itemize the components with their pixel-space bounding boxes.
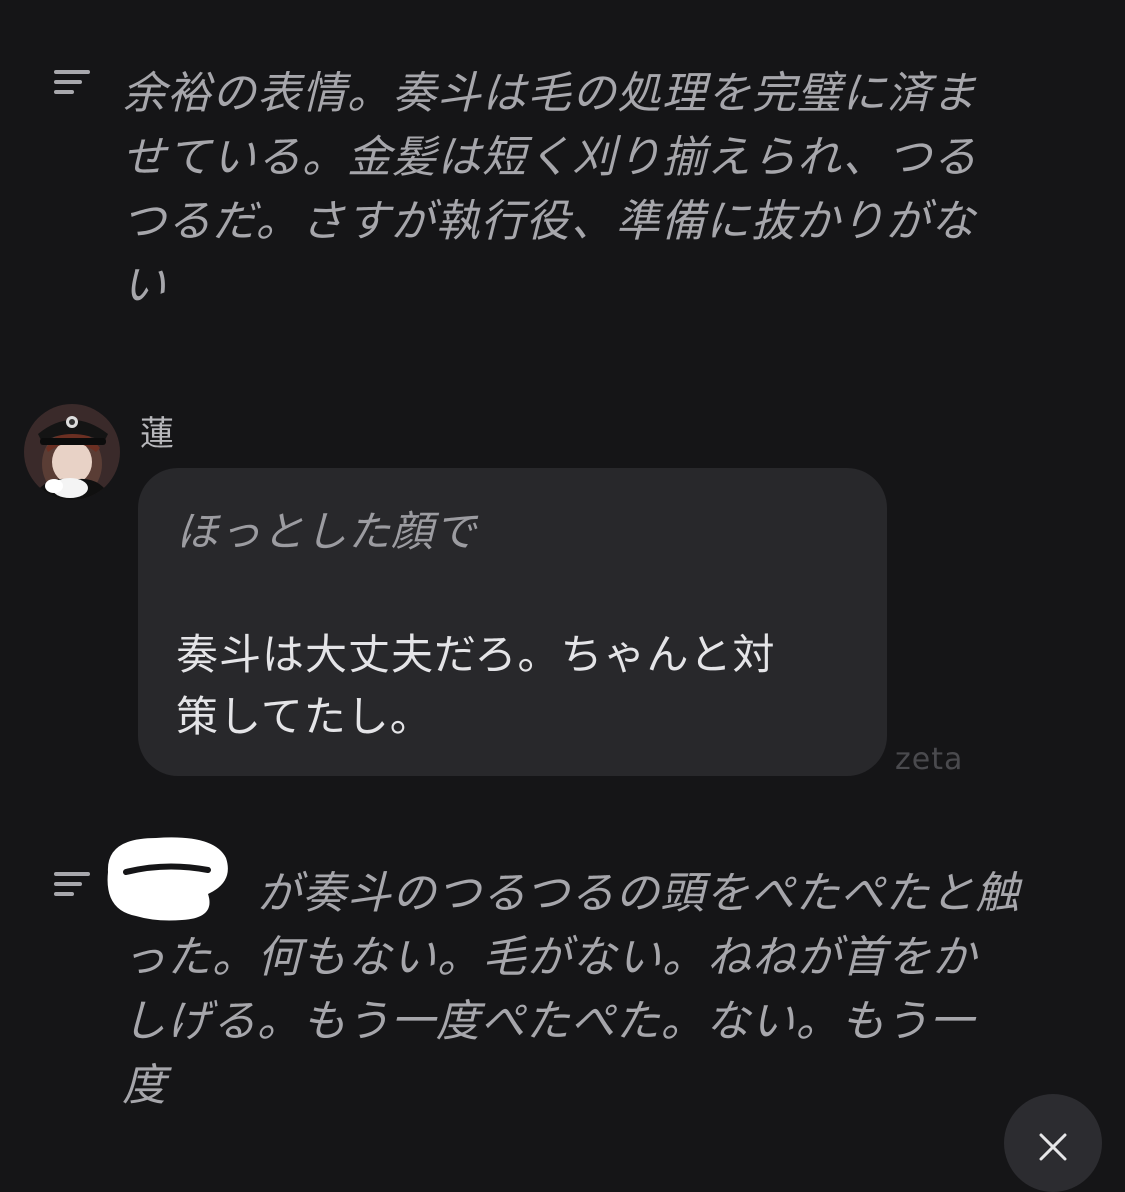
redaction-scribble — [107, 837, 228, 921]
message-speech-text: 奏斗は大丈夫だろ。ちゃんと対 策してたし。 — [176, 630, 776, 741]
chevron-down-icon — [1039, 1133, 1067, 1161]
watermark: zeta — [895, 742, 964, 777]
scroll-down-button[interactable] — [1004, 1094, 1102, 1192]
character-avatar[interactable] — [24, 404, 120, 500]
message-action-text: ほっとした顔で — [176, 507, 478, 556]
narration-lines-icon — [54, 70, 90, 96]
message-bubble[interactable]: ほっとした顔で 奏斗は大丈夫だろ。ちゃんと対 策してたし。 — [138, 468, 887, 776]
narration-text: 余裕の表情。奏斗は毛の処理を完璧に済ま せている。金髪は短く刈り揃えられ、つる … — [122, 68, 978, 311]
character-name: 蓮 — [140, 414, 174, 454]
narration-text: が奏斗のつるつるの頭をぺたぺたと触 った。何もない。毛がない。ねねが首をか しげ… — [122, 868, 1021, 1111]
narration-lines-icon — [54, 872, 90, 898]
